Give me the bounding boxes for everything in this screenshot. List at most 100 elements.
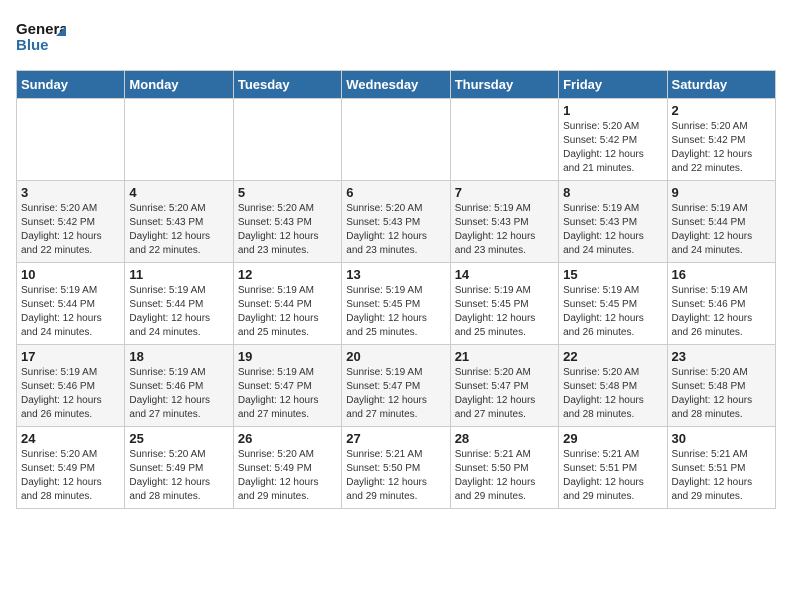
calendar-cell: 22 Sunrise: 5:20 AM Sunset: 5:48 PM Dayli… bbox=[559, 345, 667, 427]
day-info: Sunrise: 5:21 AM Sunset: 5:50 PM Dayligh… bbox=[346, 448, 445, 504]
calendar-cell: 12Sunrise: 5:19 AM Sunset: 5:44 PM Dayli… bbox=[233, 263, 341, 345]
day-number: 23 bbox=[672, 349, 771, 364]
day-info: Sunrise: 5:19 AM Sunset: 5:45 PM Dayligh… bbox=[563, 284, 662, 340]
day-info: Sunrise: 5:19 AM Sunset: 5:45 PM Dayligh… bbox=[455, 284, 554, 340]
day-info: Sunrise: 5:19 AM Sunset: 5:44 PM Dayligh… bbox=[672, 202, 771, 258]
day-info: Sunrise: 5:19 AM Sunset: 5:43 PM Dayligh… bbox=[563, 202, 662, 258]
calendar-cell: 20 Sunrise: 5:19 AM Sunset: 5:47 PM Dayli… bbox=[342, 345, 450, 427]
calendar-cell bbox=[17, 99, 125, 181]
svg-text:Blue: Blue bbox=[16, 37, 49, 54]
day-number: 7 bbox=[455, 185, 554, 200]
day-header-saturday: Saturday bbox=[667, 71, 775, 99]
day-info: Sunrise: 5:19 AM Sunset: 5:44 PM Dayligh… bbox=[129, 284, 228, 340]
day-info: Sunrise: 5:21 AM Sunset: 5:51 PM Dayligh… bbox=[563, 448, 662, 504]
day-number: 3 bbox=[21, 185, 120, 200]
day-number: 9 bbox=[672, 185, 771, 200]
day-header-tuesday: Tuesday bbox=[233, 71, 341, 99]
day-number: 30 bbox=[672, 431, 771, 446]
day-info: Sunrise: 5:20 AM Sunset: 5:49 PM Dayligh… bbox=[129, 448, 228, 504]
day-info: Sunrise: 5:20 AM Sunset: 5:43 PM Dayligh… bbox=[238, 202, 337, 258]
calendar-cell bbox=[233, 99, 341, 181]
day-number: 22 bbox=[563, 349, 662, 364]
calendar-cell: 2Sunrise: 5:20 AM Sunset: 5:42 PM Daylig… bbox=[667, 99, 775, 181]
day-info: Sunrise: 5:19 AM Sunset: 5:45 PM Dayligh… bbox=[346, 284, 445, 340]
calendar-cell: 25 Sunrise: 5:20 AM Sunset: 5:49 PM Dayli… bbox=[125, 427, 233, 509]
calendar-cell: 14 Sunrise: 5:19 AM Sunset: 5:45 PM Dayli… bbox=[450, 263, 558, 345]
day-info: Sunrise: 5:20 AM Sunset: 5:48 PM Dayligh… bbox=[563, 366, 662, 422]
day-number: 6 bbox=[346, 185, 445, 200]
day-number: 14 bbox=[455, 267, 554, 282]
day-info: Sunrise: 5:19 AM Sunset: 5:44 PM Dayligh… bbox=[238, 284, 337, 340]
day-number: 1 bbox=[563, 103, 662, 118]
days-header-row: SundayMondayTuesdayWednesdayThursdayFrid… bbox=[17, 71, 776, 99]
day-number: 28 bbox=[455, 431, 554, 446]
week-row-1: 1Sunrise: 5:20 AM Sunset: 5:42 PM Daylig… bbox=[17, 99, 776, 181]
day-info: Sunrise: 5:21 AM Sunset: 5:50 PM Dayligh… bbox=[455, 448, 554, 504]
calendar-cell: 7 Sunrise: 5:19 AM Sunset: 5:43 PM Daylig… bbox=[450, 181, 558, 263]
calendar-cell: 21 Sunrise: 5:20 AM Sunset: 5:47 PM Dayli… bbox=[450, 345, 558, 427]
day-info: Sunrise: 5:20 AM Sunset: 5:47 PM Dayligh… bbox=[455, 366, 554, 422]
logo: General Blue bbox=[16, 16, 66, 60]
calendar-cell: 9 Sunrise: 5:19 AM Sunset: 5:44 PM Daylig… bbox=[667, 181, 775, 263]
day-number: 26 bbox=[238, 431, 337, 446]
day-header-friday: Friday bbox=[559, 71, 667, 99]
day-info: Sunrise: 5:19 AM Sunset: 5:47 PM Dayligh… bbox=[238, 366, 337, 422]
day-number: 18 bbox=[129, 349, 228, 364]
day-number: 4 bbox=[129, 185, 228, 200]
calendar-cell: 5 Sunrise: 5:20 AM Sunset: 5:43 PM Daylig… bbox=[233, 181, 341, 263]
day-info: Sunrise: 5:20 AM Sunset: 5:43 PM Dayligh… bbox=[129, 202, 228, 258]
calendar-cell: 16 Sunrise: 5:19 AM Sunset: 5:46 PM Dayli… bbox=[667, 263, 775, 345]
day-info: Sunrise: 5:19 AM Sunset: 5:44 PM Dayligh… bbox=[21, 284, 120, 340]
day-info: Sunrise: 5:20 AM Sunset: 5:48 PM Dayligh… bbox=[672, 366, 771, 422]
day-info: Sunrise: 5:19 AM Sunset: 5:46 PM Dayligh… bbox=[21, 366, 120, 422]
logo-svg: General Blue bbox=[16, 16, 66, 60]
calendar-cell: 6 Sunrise: 5:20 AM Sunset: 5:43 PM Daylig… bbox=[342, 181, 450, 263]
calendar-cell: 11 Sunrise: 5:19 AM Sunset: 5:44 PM Dayli… bbox=[125, 263, 233, 345]
day-number: 20 bbox=[346, 349, 445, 364]
calendar-cell: 8Sunrise: 5:19 AM Sunset: 5:43 PM Daylig… bbox=[559, 181, 667, 263]
calendar-cell: 29Sunrise: 5:21 AM Sunset: 5:51 PM Dayli… bbox=[559, 427, 667, 509]
calendar-cell: 4 Sunrise: 5:20 AM Sunset: 5:43 PM Daylig… bbox=[125, 181, 233, 263]
week-row-4: 17Sunrise: 5:19 AM Sunset: 5:46 PM Dayli… bbox=[17, 345, 776, 427]
day-number: 11 bbox=[129, 267, 228, 282]
calendar-cell: 23 Sunrise: 5:20 AM Sunset: 5:48 PM Dayli… bbox=[667, 345, 775, 427]
calendar-cell: 18 Sunrise: 5:19 AM Sunset: 5:46 PM Dayli… bbox=[125, 345, 233, 427]
day-number: 19 bbox=[238, 349, 337, 364]
day-number: 2 bbox=[672, 103, 771, 118]
calendar-cell: 30 Sunrise: 5:21 AM Sunset: 5:51 PM Dayli… bbox=[667, 427, 775, 509]
week-row-5: 24Sunrise: 5:20 AM Sunset: 5:49 PM Dayli… bbox=[17, 427, 776, 509]
calendar-table: SundayMondayTuesdayWednesdayThursdayFrid… bbox=[16, 70, 776, 509]
day-info: Sunrise: 5:20 AM Sunset: 5:42 PM Dayligh… bbox=[21, 202, 120, 258]
day-number: 21 bbox=[455, 349, 554, 364]
day-info: Sunrise: 5:19 AM Sunset: 5:43 PM Dayligh… bbox=[455, 202, 554, 258]
day-header-thursday: Thursday bbox=[450, 71, 558, 99]
day-number: 5 bbox=[238, 185, 337, 200]
calendar-cell: 13Sunrise: 5:19 AM Sunset: 5:45 PM Dayli… bbox=[342, 263, 450, 345]
day-number: 15 bbox=[563, 267, 662, 282]
week-row-3: 10 Sunrise: 5:19 AM Sunset: 5:44 PM Dayli… bbox=[17, 263, 776, 345]
day-number: 10 bbox=[21, 267, 120, 282]
calendar-cell bbox=[450, 99, 558, 181]
calendar-cell: 26 Sunrise: 5:20 AM Sunset: 5:49 PM Dayli… bbox=[233, 427, 341, 509]
day-info: Sunrise: 5:20 AM Sunset: 5:49 PM Dayligh… bbox=[238, 448, 337, 504]
day-header-wednesday: Wednesday bbox=[342, 71, 450, 99]
calendar-cell: 19 Sunrise: 5:19 AM Sunset: 5:47 PM Dayli… bbox=[233, 345, 341, 427]
calendar-cell: 10 Sunrise: 5:19 AM Sunset: 5:44 PM Dayli… bbox=[17, 263, 125, 345]
day-number: 16 bbox=[672, 267, 771, 282]
page-header: General Blue bbox=[16, 16, 776, 60]
day-info: Sunrise: 5:20 AM Sunset: 5:49 PM Dayligh… bbox=[21, 448, 120, 504]
calendar-cell: 15 Sunrise: 5:19 AM Sunset: 5:45 PM Dayli… bbox=[559, 263, 667, 345]
calendar-cell: 27 Sunrise: 5:21 AM Sunset: 5:50 PM Dayli… bbox=[342, 427, 450, 509]
day-info: Sunrise: 5:20 AM Sunset: 5:43 PM Dayligh… bbox=[346, 202, 445, 258]
day-number: 25 bbox=[129, 431, 228, 446]
day-info: Sunrise: 5:21 AM Sunset: 5:51 PM Dayligh… bbox=[672, 448, 771, 504]
day-header-sunday: Sunday bbox=[17, 71, 125, 99]
calendar-cell bbox=[342, 99, 450, 181]
calendar-cell: 17Sunrise: 5:19 AM Sunset: 5:46 PM Dayli… bbox=[17, 345, 125, 427]
day-info: Sunrise: 5:19 AM Sunset: 5:46 PM Dayligh… bbox=[129, 366, 228, 422]
day-info: Sunrise: 5:19 AM Sunset: 5:46 PM Dayligh… bbox=[672, 284, 771, 340]
day-number: 27 bbox=[346, 431, 445, 446]
day-header-monday: Monday bbox=[125, 71, 233, 99]
calendar-cell: 28 Sunrise: 5:21 AM Sunset: 5:50 PM Dayli… bbox=[450, 427, 558, 509]
day-info: Sunrise: 5:19 AM Sunset: 5:47 PM Dayligh… bbox=[346, 366, 445, 422]
